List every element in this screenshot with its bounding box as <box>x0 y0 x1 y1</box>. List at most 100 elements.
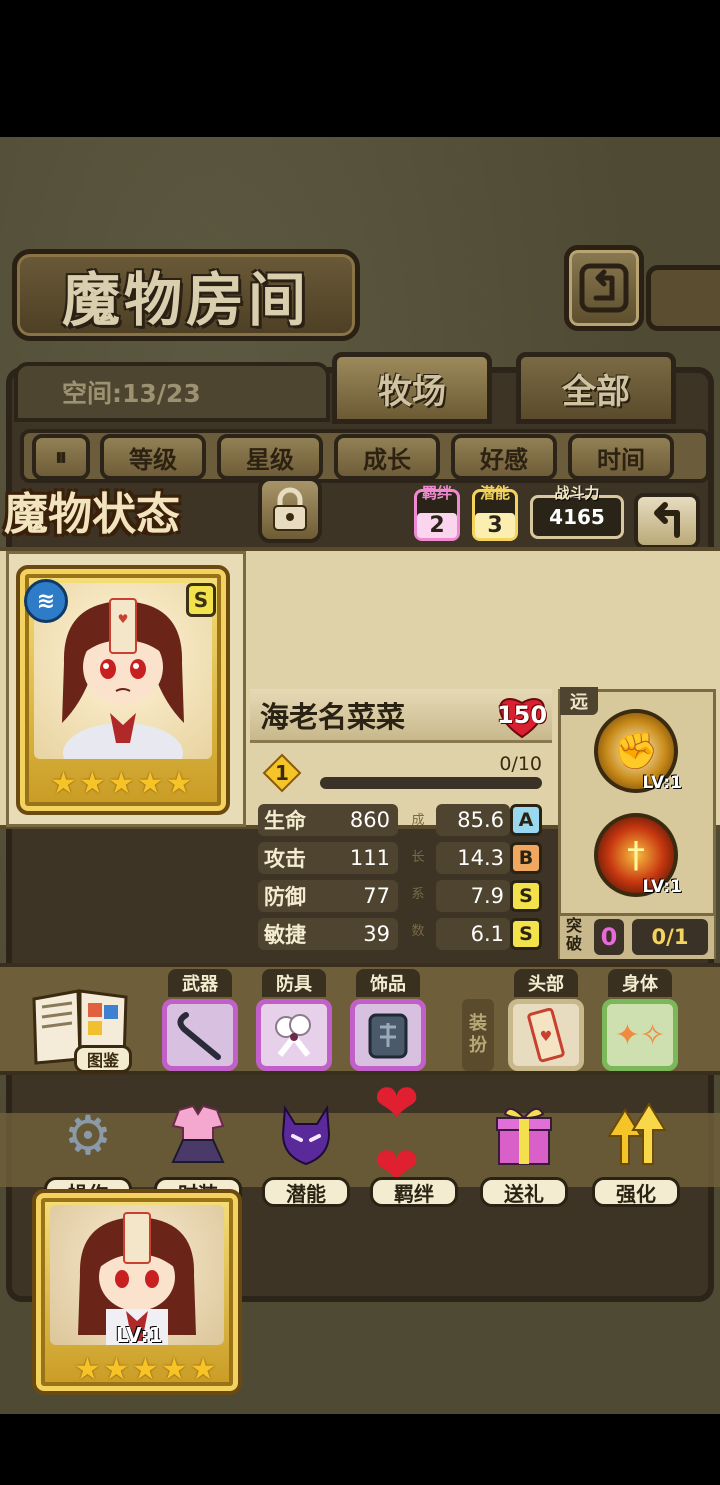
sort-star-button[interactable]: 星级 <box>217 434 323 480</box>
stat-attack-value: 111 <box>349 846 390 870</box>
stars-body-icon: ✦✧ <box>614 1017 666 1053</box>
hearts-icon: ❤❤ <box>374 1072 420 1198</box>
fist-skill-icon: ✊ <box>613 731 659 772</box>
back-button[interactable] <box>564 245 644 331</box>
stat-hp-label: 生命 <box>264 809 306 833</box>
growth-defense: 7.9 <box>436 880 510 912</box>
stat-defense-value: 77 <box>363 884 390 908</box>
game-screen: 魔物房间 空间:13/23 牧场 全部 ⏸ 等级 星级 成长 好感 时间 魔物状… <box>0 137 720 1414</box>
armor-slot[interactable] <box>256 999 332 1071</box>
growth-attack: 14.3 <box>436 842 510 874</box>
level-value: 1 <box>275 761 289 785</box>
exp-bar <box>320 777 542 789</box>
growth-defense-value: 7.9 <box>470 884 504 908</box>
sort-time-button[interactable]: 时间 <box>568 434 674 480</box>
action-bond-label: 羁绊 <box>370 1177 458 1207</box>
close-status-button[interactable] <box>634 493 700 549</box>
lock-button[interactable] <box>258 477 322 543</box>
sort-affection-button[interactable]: 好感 <box>451 434 557 480</box>
action-enhance-label: 强化 <box>592 1177 680 1207</box>
armor-ribbon-icon <box>275 1014 311 1057</box>
weapon-slot-label: 武器 <box>168 969 232 997</box>
pause-sort-icon: ⏸ <box>55 443 67 471</box>
star-icon: ★ <box>50 766 77 801</box>
skill-flame-level: LV:1 <box>642 877 682 897</box>
star-icon: ★ <box>74 1352 101 1387</box>
head-slot-label: 头部 <box>514 969 578 997</box>
encyclopedia-label: 图鉴 <box>74 1045 132 1073</box>
growth-attack-value: 14.3 <box>457 846 504 870</box>
skill-fist[interactable]: ✊ LV:1 <box>594 709 682 793</box>
potential-stat: 潜能 3 <box>472 484 518 541</box>
armor-slot-label: 防具 <box>262 969 326 997</box>
dress-label-char: 装 <box>469 1013 487 1034</box>
action-potential-button[interactable]: 潜能 <box>258 1095 354 1207</box>
sort-order-toggle[interactable]: ⏸ <box>32 434 90 480</box>
combat-power-label: 战斗力 <box>554 484 600 502</box>
breakthrough-progress[interactable]: 0/1 <box>632 919 708 955</box>
grade-agility: S <box>510 918 542 950</box>
stat-hp: 生命 860 <box>258 804 398 836</box>
title-plaque: 魔物房间 <box>12 249 360 341</box>
rank-badge: S <box>186 583 216 617</box>
tab-all[interactable]: 全部 <box>516 352 676 424</box>
flame-sword-skill-icon: † <box>627 834 645 876</box>
return-icon <box>579 263 629 313</box>
combat-power-value: 4165 <box>549 505 605 529</box>
grid-card-stars: ★ ★ ★ ★ ★ <box>74 1352 217 1387</box>
potential-label: 潜能 <box>479 484 510 502</box>
growth-label-char: 成 <box>411 813 425 828</box>
accessory-slot-label: 饰品 <box>356 969 420 997</box>
exp-text: 0/10 <box>499 753 542 775</box>
tab-ranch[interactable]: 牧场 <box>332 352 492 424</box>
action-enhance-button[interactable]: 强化 <box>588 1095 684 1207</box>
potential-value: 3 <box>475 513 515 538</box>
growth-coefficient-label: 成 长 系 数 <box>408 809 428 939</box>
stone-tablet-icon <box>368 1013 408 1059</box>
return-arrow-icon <box>654 502 680 538</box>
action-bond-button[interactable]: ❤❤ 羁绊 <box>366 1072 462 1207</box>
star-icon: ★ <box>189 1352 217 1387</box>
skill-flame-sword[interactable]: † LV:1 <box>594 813 682 897</box>
tab-all-label: 全部 <box>562 371 630 412</box>
stat-agility-value: 39 <box>363 922 390 946</box>
svg-text:♥: ♥ <box>118 612 129 626</box>
sort-affection-label: 好感 <box>480 445 528 474</box>
weapon-slot[interactable] <box>162 999 238 1071</box>
growth-label-char: 数 <box>411 924 425 939</box>
upgrade-arrows-icon <box>596 1095 676 1175</box>
grade-defense: S <box>510 880 542 912</box>
affection-badge[interactable]: 150 <box>494 691 550 739</box>
body-slot-label: 身体 <box>608 969 672 997</box>
sort-growth-button[interactable]: 成长 <box>334 434 440 480</box>
stat-defense: 防御 77 <box>258 880 398 912</box>
sort-star-label: 星级 <box>246 445 294 474</box>
action-gift-button[interactable]: 送礼 <box>476 1095 572 1207</box>
accessory-slot[interactable] <box>350 999 426 1071</box>
monster-portrait-card[interactable]: ♥ ≋ S ★ ★ ★ ★ ★ <box>16 565 230 815</box>
water-element-icon: ≋ <box>24 579 68 623</box>
sort-level-button[interactable]: 等级 <box>100 434 206 480</box>
sort-growth-label: 成长 <box>363 445 411 474</box>
monster-grid-card[interactable]: LV:1 ★ ★ ★ ★ ★ <box>32 1189 242 1395</box>
range-tag: 远 <box>560 687 598 715</box>
space-indicator: 空间:13/23 <box>14 362 330 422</box>
tab-ranch-label: 牧场 <box>378 371 446 412</box>
head-slot[interactable]: ♥ <box>508 999 584 1071</box>
growth-hp-value: 85.6 <box>457 808 504 832</box>
stat-attack-label: 攻击 <box>264 847 306 871</box>
action-potential-label: 潜能 <box>262 1177 350 1207</box>
body-slot[interactable]: ✦✧ <box>602 999 678 1071</box>
lock-icon <box>273 487 307 531</box>
sort-time-label: 时间 <box>597 445 645 474</box>
monster-name: 海老名菜菜 <box>260 699 406 734</box>
grade-attack: B <box>510 842 542 874</box>
grid-card-level: LV:1 <box>116 1323 163 1347</box>
star-icon: ★ <box>102 1352 130 1387</box>
svg-text:♥: ♥ <box>540 1029 553 1045</box>
star-icon: ★ <box>78 766 106 801</box>
breakthrough-label: 突破 <box>566 916 583 953</box>
affection-value: 150 <box>496 701 548 729</box>
breakthrough-count: 0 <box>594 919 624 955</box>
crowbar-icon <box>177 1012 221 1060</box>
